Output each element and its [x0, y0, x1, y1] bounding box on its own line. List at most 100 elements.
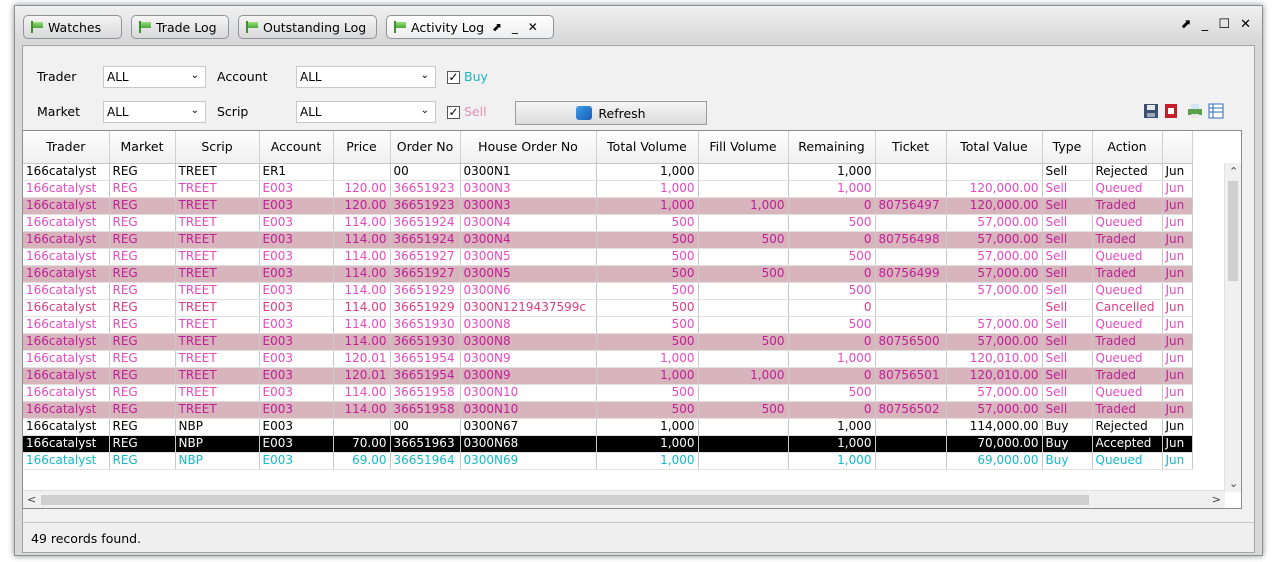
table-cell: Queued	[1092, 214, 1163, 232]
account-select[interactable]: ALL ⌄	[296, 66, 436, 88]
table-cell: 0300N6	[460, 282, 597, 300]
table-cell: 1,000	[788, 163, 876, 181]
table-cell: Queued	[1092, 282, 1163, 300]
table-cell: 120.00	[333, 180, 391, 198]
horizontal-scrollbar[interactable]: < >	[23, 490, 1225, 508]
table-cell: 36651958	[390, 384, 461, 402]
table-row[interactable]: 166catalyst REG NBP E003 00 0300N67 1,000 1,000…	[23, 418, 1193, 436]
market-select[interactable]: ALL ⌄	[103, 101, 206, 123]
column-header[interactable]: Remaining	[788, 131, 876, 164]
tab-outstanding-log[interactable]: Outstanding Log	[238, 15, 377, 39]
column-header[interactable]: Action	[1092, 131, 1163, 164]
table-row[interactable]: 166catalyst REG TREET E003 114.00 36651929 030…	[23, 299, 1193, 317]
table-row[interactable]: 166catalyst REG TREET E003 120.00 36651923 030…	[23, 180, 1193, 198]
table-cell: 0	[788, 333, 876, 351]
table-cell: 120.01	[333, 367, 391, 385]
column-header[interactable]: Ticket	[875, 131, 947, 164]
table-cell: Jun	[1162, 367, 1193, 385]
refresh-button[interactable]: Refresh	[515, 101, 707, 125]
tab-activity-log[interactable]: Activity Log ⬈ _ ✕	[386, 15, 554, 39]
column-header[interactable]: Trader	[23, 131, 110, 164]
table-row[interactable]: 166catalyst REG TREET E003 114.00 36651929 030…	[23, 282, 1193, 300]
column-header[interactable]: Order No	[390, 131, 461, 164]
column-header[interactable]: Type	[1042, 131, 1093, 164]
table-cell: Traded	[1092, 265, 1163, 283]
trader-select[interactable]: ALL ⌄	[103, 66, 206, 88]
table-cell: 114.00	[333, 384, 391, 402]
table-cell	[698, 282, 789, 300]
table-cell: E003	[259, 248, 334, 266]
table-row[interactable]: 166catalyst REG TREET E003 114.00 36651958 030…	[23, 384, 1193, 402]
table-cell: 00	[390, 418, 461, 436]
scroll-right-icon[interactable]: >	[1212, 493, 1221, 506]
table-row[interactable]: 166catalyst REG TREET E003 120.01 36651954 030…	[23, 350, 1193, 368]
sell-checkbox[interactable]: ✓	[447, 106, 460, 119]
pdf-export-icon[interactable]	[1163, 103, 1179, 119]
table-row[interactable]: 166catalyst REG TREET E003 114.00 36651930 030…	[23, 333, 1193, 351]
column-header[interactable]: Total Volume	[596, 131, 699, 164]
save-icon[interactable]	[1143, 103, 1159, 119]
table-row[interactable]: 166catalyst REG TREET E003 114.00 36651927 030…	[23, 248, 1193, 266]
table-cell	[875, 282, 947, 300]
table-row[interactable]: 166catalyst REG TREET E003 120.01 36651954 030…	[23, 367, 1193, 385]
table-cell: 0300N8	[460, 316, 597, 334]
column-header[interactable]: Price	[333, 131, 391, 164]
table-cell: 36651963	[390, 435, 461, 453]
table-row[interactable]: 166catalyst REG TREET ER1 00 0300N1 1,000 1,000…	[23, 163, 1193, 181]
table-cell: Sell	[1042, 333, 1093, 351]
grid-view-icon[interactable]	[1208, 103, 1224, 119]
buy-checkbox[interactable]: ✓	[447, 71, 460, 84]
tab-label: Trade Log	[156, 19, 217, 35]
table-cell: 120,000.00	[946, 197, 1043, 215]
table-cell: 80756501	[875, 367, 947, 385]
table-cell: 114.00	[333, 265, 391, 283]
table-cell	[333, 163, 391, 181]
table-cell: 500	[698, 231, 789, 249]
scroll-up-icon[interactable]: ⌃	[1229, 165, 1238, 178]
horizontal-scroll-thumb[interactable]	[41, 495, 1089, 505]
table-cell: 57,000.00	[946, 401, 1043, 419]
table-row[interactable]: 166catalyst REG NBP E003 69.00 36651964 0300N6…	[23, 452, 1193, 470]
column-header[interactable]: Scrip	[175, 131, 260, 164]
table-cell: Jun	[1162, 384, 1193, 402]
scroll-left-icon[interactable]: <	[27, 493, 36, 506]
column-header[interactable]: Market	[109, 131, 176, 164]
scroll-down-icon[interactable]: ⌄	[1229, 477, 1238, 490]
column-header[interactable]: House Order No	[460, 131, 597, 164]
table-cell	[698, 350, 789, 368]
table-row[interactable]: 166catalyst REG TREET E003 114.00 36651924 030…	[23, 231, 1193, 249]
table-cell: 166catalyst	[23, 265, 110, 283]
table-cell: 70,000.00	[946, 435, 1043, 453]
table-row[interactable]: 166catalyst REG TREET E003 114.00 36651930 030…	[23, 316, 1193, 334]
table-row[interactable]: 166catalyst REG TREET E003 114.00 36651958 030…	[23, 401, 1193, 419]
table-row[interactable]: 166catalyst REG TREET E003 120.00 36651923 030…	[23, 197, 1193, 215]
scrip-select[interactable]: ALL ⌄	[296, 101, 436, 123]
table-cell: TREET	[175, 265, 260, 283]
table-cell: ER1	[259, 163, 334, 181]
table-cell: 166catalyst	[23, 231, 110, 249]
table-cell: 36651954	[390, 367, 461, 385]
column-header[interactable]	[1162, 131, 1193, 164]
table-cell: E003	[259, 299, 334, 317]
table-row[interactable]: 166catalyst REG TREET E003 114.00 36651927 030…	[23, 265, 1193, 283]
table-cell: 500	[596, 384, 699, 402]
table-cell: 57,000.00	[946, 282, 1043, 300]
vertical-scrollbar[interactable]: ⌃ ⌄	[1224, 163, 1241, 492]
tab-window-controls-icon[interactable]: ⬈ _ ✕	[492, 20, 541, 34]
table-row[interactable]: 166catalyst REG TREET E003 114.00 36651924 030…	[23, 214, 1193, 232]
window-controls-icon[interactable]: ⬈ _ ☐ ✕	[1181, 17, 1254, 32]
column-header[interactable]: Fill Volume	[698, 131, 789, 164]
vertical-scroll-thumb[interactable]	[1228, 181, 1238, 281]
table-cell: 120,010.00	[946, 350, 1043, 368]
column-header[interactable]: Account	[259, 131, 334, 164]
tab-watches[interactable]: Watches	[23, 15, 122, 39]
table-cell: 166catalyst	[23, 367, 110, 385]
table-cell: 0	[788, 367, 876, 385]
table-row[interactable]: 166catalyst REG NBP E003 70.00 36651963 0300N6…	[23, 435, 1193, 453]
table-cell: 0300N3	[460, 197, 597, 215]
table-cell: 57,000.00	[946, 384, 1043, 402]
print-icon[interactable]	[1187, 103, 1203, 119]
column-header[interactable]: Total Value	[946, 131, 1043, 164]
tab-trade-log[interactable]: Trade Log	[131, 15, 229, 39]
table-cell: REG	[109, 197, 176, 215]
